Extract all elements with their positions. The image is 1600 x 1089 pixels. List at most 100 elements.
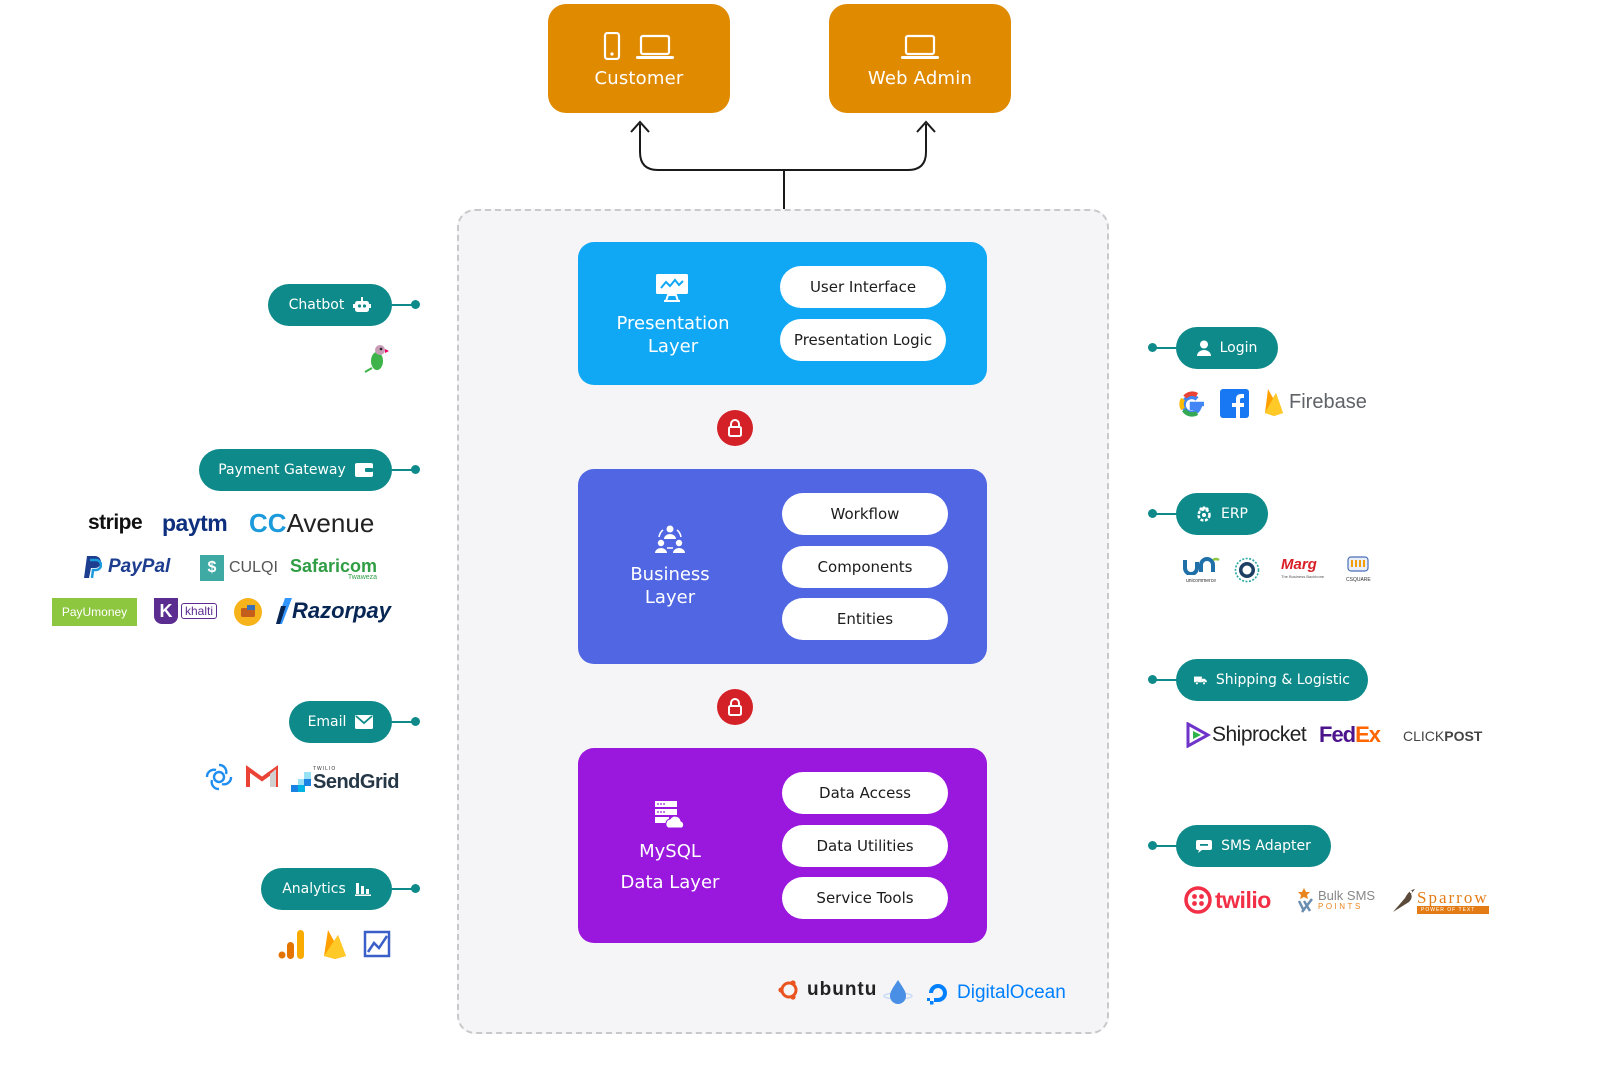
stripe-logo: stripe <box>88 511 143 534</box>
ccavenue-avenue: Avenue <box>286 508 375 538</box>
service-sms-label: SMS Adapter <box>1221 838 1311 854</box>
firebase-logo: Firebase <box>1263 387 1367 417</box>
bulk-sms-text: Bulk SMS <box>1318 888 1376 903</box>
wallet-coin-icon <box>234 598 262 626</box>
sparrow-bird-icon <box>1393 889 1415 912</box>
presentation-layer-subtitle: Layer <box>647 336 699 357</box>
droplet-icon <box>883 980 913 1004</box>
data-layer[interactable]: MySQL Data Layer Data Access Data Utilit… <box>578 748 987 943</box>
service-login[interactable]: Login <box>1176 327 1278 369</box>
razorpay-icon <box>276 598 292 624</box>
data-layer-subtitle: Data Layer <box>620 872 720 893</box>
component-data-access[interactable]: Data Access <box>782 772 948 814</box>
presentation-layer[interactable]: Presentation Layer User Interface Presen… <box>578 242 987 385</box>
data-layer-title: MySQL <box>639 841 701 862</box>
marg-text: Marg <box>1281 556 1317 573</box>
bulk-sms-points: POINTS <box>1318 902 1363 911</box>
business-layer[interactable]: Business Layer Workflow Components Entit… <box>578 469 987 664</box>
google-icon <box>1179 391 1204 417</box>
service-erp-label: ERP <box>1220 506 1248 522</box>
unicommerce-icon <box>1183 557 1220 576</box>
sendgrid-icon <box>291 772 311 792</box>
csquare-logo: CSQUARE <box>1346 556 1371 583</box>
clickpost-click: CLICK <box>1403 728 1445 744</box>
clickpost-logo: CLICKPOST <box>1403 728 1482 744</box>
ccavenue-logo: CCAvenue <box>249 508 374 539</box>
service-shipping-logistic[interactable]: Shipping & Logistic <box>1176 659 1368 701</box>
truck-icon <box>1194 676 1207 685</box>
culqi-text: CULQI <box>229 559 278 576</box>
laptop-icon <box>636 34 674 59</box>
presentation-layer-title: Presentation <box>616 313 730 334</box>
service-email[interactable]: Email <box>289 701 392 743</box>
tawk-parrot-icon <box>364 345 389 373</box>
service-chatbot[interactable]: Chatbot <box>268 284 392 326</box>
firebase-icon <box>324 930 346 959</box>
culqi-dollar-icon: $ <box>200 555 224 581</box>
component-user-interface[interactable]: User Interface <box>780 266 946 308</box>
component-components[interactable]: Components <box>782 546 948 588</box>
marg-logo: Marg The Business Backbone <box>1281 556 1324 579</box>
connector-dot <box>411 717 420 726</box>
client-customer[interactable]: Customer <box>548 4 730 113</box>
ccavenue-cc: CC <box>249 508 287 538</box>
shiprocket-text: Shiprocket <box>1212 723 1307 746</box>
chat-bubble-icon <box>1196 839 1213 853</box>
fedex-logo: FedEx <box>1319 722 1381 748</box>
connector-dot <box>411 884 420 893</box>
fedex-ex: Ex <box>1355 722 1381 747</box>
csquare-text: CSQUARE <box>1346 577 1371 583</box>
service-payment-gateway-label: Payment Gateway <box>218 462 346 478</box>
unicommerce-logo: unicommerce <box>1182 557 1220 584</box>
service-chatbot-label: Chatbot <box>288 297 345 313</box>
component-presentation-logic[interactable]: Presentation Logic <box>780 319 946 361</box>
client-web-admin[interactable]: Web Admin <box>829 4 1011 113</box>
khalti-logo: K khalti <box>154 598 218 624</box>
sendgrid-text: SendGrid <box>313 771 400 793</box>
ubuntu-text: ubuntu <box>807 979 878 1000</box>
erp-seal-icon <box>1234 557 1260 583</box>
security-lock-2 <box>717 689 753 725</box>
lock-icon <box>728 698 742 716</box>
safaricom-logo: Safaricom Twaweza <box>290 556 377 581</box>
digitalocean-logo: DigitalOcean <box>925 980 1066 1006</box>
clickpost-post: POST <box>1444 728 1483 744</box>
service-sms-adapter[interactable]: SMS Adapter <box>1176 825 1331 867</box>
service-payment-gateway[interactable]: Payment Gateway <box>199 449 392 491</box>
sparrow-text: Sparrow <box>1417 888 1489 907</box>
sparrow-sub: POWER OF TEXT <box>1417 906 1489 914</box>
firebase-icon <box>1265 389 1283 416</box>
service-shipping-label: Shipping & Logistic <box>1215 672 1350 688</box>
bulk-sms-icon <box>1297 888 1313 913</box>
facebook-icon <box>1220 389 1249 418</box>
marg-sub: The Business Backbone <box>1281 574 1325 579</box>
presentation-chart-icon <box>656 274 688 302</box>
business-layer-subtitle: Layer <box>644 587 696 608</box>
fedex-fed: Fed <box>1319 722 1356 747</box>
service-analytics[interactable]: Analytics <box>261 868 392 910</box>
team-network-icon <box>655 525 685 553</box>
envelope-icon <box>355 715 374 729</box>
connector-shipping <box>1153 679 1177 681</box>
component-entities[interactable]: Entities <box>782 598 948 640</box>
twilio-logo: twilio <box>1184 886 1271 914</box>
component-data-utilities[interactable]: Data Utilities <box>782 825 948 867</box>
razorpay-logo: Razorpay <box>276 598 391 624</box>
paypal-logo: PayPal <box>84 555 170 579</box>
shiprocket-icon <box>1186 722 1211 748</box>
service-erp[interactable]: ERP <box>1176 493 1268 535</box>
gmail-icon <box>246 765 278 787</box>
mobile-icon <box>603 32 621 60</box>
service-login-label: Login <box>1219 340 1258 356</box>
digitalocean-icon <box>927 984 947 1005</box>
connector-dot <box>411 465 420 474</box>
khalti-k-icon: K <box>154 598 178 624</box>
ubuntu-icon <box>778 980 798 1000</box>
component-service-tools[interactable]: Service Tools <box>782 877 948 919</box>
component-workflow[interactable]: Workflow <box>782 493 948 535</box>
connector-dot <box>411 300 420 309</box>
sendinblue-icon <box>205 763 233 791</box>
twilio-icon <box>1184 886 1212 914</box>
wallet-icon <box>354 463 373 477</box>
paypal-text: PayPal <box>108 556 171 577</box>
